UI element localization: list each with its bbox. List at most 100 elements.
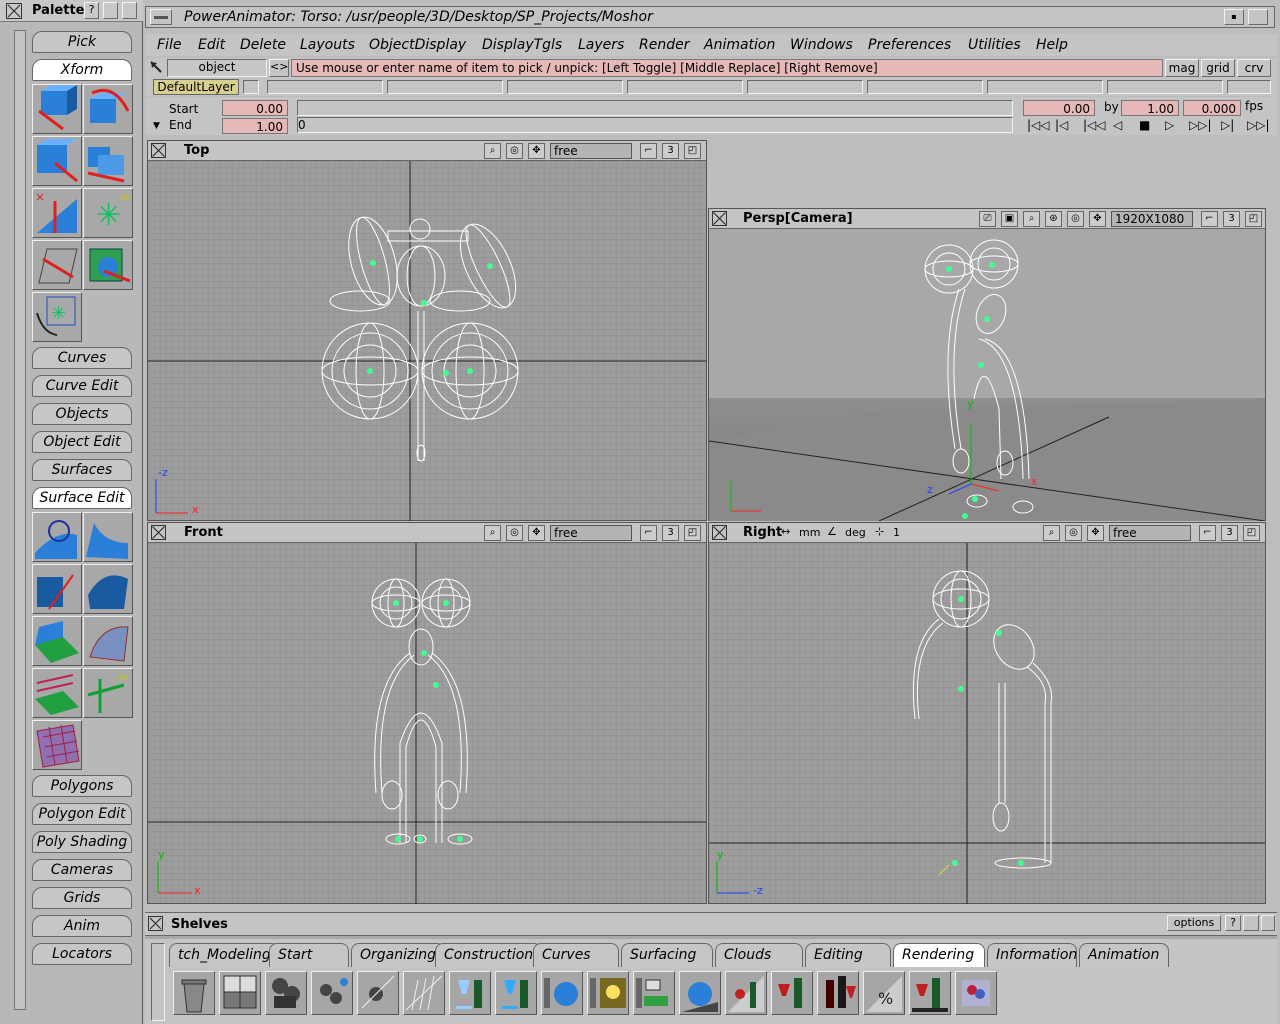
tumble-icon[interactable]: ⊛ (1045, 211, 1062, 227)
layer-slot[interactable] (1107, 80, 1223, 94)
go-start-button[interactable]: |◁◁ (1027, 118, 1050, 132)
palette-objects[interactable]: Objects (32, 403, 132, 425)
surface-warp-tool-icon[interactable] (83, 616, 133, 666)
zoom-icon[interactable]: ⌕ (484, 525, 501, 541)
mesh-tool-icon[interactable] (32, 668, 82, 718)
palette-grids[interactable]: Grids (32, 887, 132, 909)
trash-icon[interactable] (173, 971, 215, 1015)
menu-windows[interactable]: Windows (790, 37, 853, 53)
viewport-top-canvas[interactable]: -z x (148, 161, 706, 521)
render-sphere-icon[interactable] (679, 971, 721, 1015)
shelf-tab-surfacing[interactable]: Surfacing (621, 943, 713, 967)
zoom-icon[interactable]: ⌕ (1023, 211, 1040, 227)
camera-icon[interactable]: ⎚ (979, 211, 996, 227)
time-slider-track[interactable] (297, 100, 1013, 116)
maximize-view-icon[interactable]: ◰ (684, 143, 701, 159)
render-final-icon[interactable] (909, 971, 951, 1015)
trim-tool-icon[interactable] (83, 512, 133, 562)
frame-icon[interactable]: ⌐ (1201, 211, 1218, 227)
yellow-light-icon[interactable] (587, 971, 629, 1015)
window-menu-icon[interactable] (150, 9, 172, 25)
minimize-icon[interactable] (1243, 915, 1259, 931)
layer-slot[interactable] (867, 80, 983, 94)
camera-light-icon[interactable] (311, 971, 353, 1015)
shelves-scrollbar[interactable] (151, 943, 165, 1021)
intersect-tool-icon[interactable] (32, 564, 82, 614)
render-bottles-icon[interactable] (817, 971, 859, 1015)
shelf-tab-curves[interactable]: Curves (533, 943, 619, 967)
frame-icon[interactable]: ⌐ (640, 143, 657, 159)
stop-button[interactable]: ■ (1139, 118, 1150, 132)
shelf-tab-rendering[interactable]: Rendering (893, 943, 985, 967)
render-scene-icon[interactable] (725, 971, 767, 1015)
menu-render[interactable]: Render (639, 37, 689, 53)
go-end-button[interactable]: ▷▷| (1247, 118, 1270, 132)
mag-button[interactable]: mag (1165, 59, 1199, 77)
maximize-view-icon[interactable]: ◰ (1243, 525, 1260, 541)
snap-step-label[interactable]: 1 (893, 526, 900, 539)
shelf-tab-construction[interactable]: Construction (435, 943, 543, 967)
set-pivot-tool-icon[interactable]: × (32, 188, 82, 238)
play-back-button[interactable]: ◁ (1113, 118, 1122, 132)
frame-icon[interactable]: ⌐ (1199, 525, 1216, 541)
linear-units-label[interactable]: mm (799, 526, 820, 539)
close-icon[interactable] (148, 916, 163, 931)
wine-glass-icon[interactable] (449, 971, 491, 1015)
film-camera-icon[interactable] (265, 971, 307, 1015)
palette-anim[interactable]: Anim (32, 915, 132, 937)
track-icon[interactable]: ✥ (1087, 525, 1104, 541)
viewport-right[interactable]: Right ↔ mm ∠ deg ⊹ 1 ⌕ ◎ ✥ free ⌐ 3 ◰ y … (708, 522, 1266, 904)
angle-units-label[interactable]: deg (845, 526, 866, 539)
viewport-front-canvas[interactable]: y x (148, 543, 706, 904)
shelf-tab-patch-modeling[interactable]: tch_Modeling (169, 943, 280, 967)
shear-tool-icon[interactable] (32, 240, 82, 290)
current-time-field[interactable]: 0.00 (1023, 100, 1095, 116)
by-field[interactable]: 1.00 (1121, 100, 1179, 116)
minimize-icon[interactable]: ▪ (1224, 9, 1244, 25)
track-icon[interactable]: ✥ (528, 143, 545, 159)
layer-slot[interactable] (987, 80, 1103, 94)
step-forward-button[interactable]: ▷| (1221, 118, 1234, 132)
dolly-icon[interactable]: ◎ (506, 525, 523, 541)
shelf-tab-animation[interactable]: Animation (1079, 943, 1169, 967)
rotate-tool-icon[interactable] (83, 84, 133, 134)
palette-poly-shading[interactable]: Poly Shading (32, 831, 132, 853)
prompt-input[interactable]: Use mouse or enter name of item to pick … (291, 59, 1163, 77)
dolly-icon[interactable]: ◎ (1067, 211, 1084, 227)
layout-number-button[interactable]: 3 (1221, 525, 1238, 541)
layer-slot[interactable] (1227, 80, 1271, 94)
close-icon[interactable] (6, 3, 22, 19)
untrim-tool-icon[interactable] (83, 564, 133, 614)
close-icon[interactable] (151, 143, 166, 158)
zoom-icon[interactable]: ⌕ (1043, 525, 1060, 541)
menu-preferences[interactable]: Preferences (868, 37, 951, 53)
layer-slot[interactable] (627, 80, 743, 94)
crv-button[interactable]: crv (1237, 59, 1271, 77)
menu-utilities[interactable]: Utilities (968, 37, 1021, 53)
close-icon[interactable] (151, 525, 166, 540)
menu-layouts[interactable]: Layouts (300, 37, 355, 53)
render-blur-icon[interactable] (955, 971, 997, 1015)
menu-displaytgls[interactable]: DisplayTgls (482, 37, 562, 53)
palette-pick[interactable]: Pick (32, 31, 132, 53)
scale-tool-icon[interactable] (32, 136, 82, 186)
layout-number-button[interactable]: 3 (1223, 211, 1240, 227)
viewport-persp[interactable]: Persp[Camera] ⎚ ▣ ⌕ ⊛ ◎ ✥ 1920X1080 ⌐ 3 … (708, 208, 1266, 521)
time-slider[interactable]: 0 (297, 117, 1013, 133)
end-field[interactable]: 1.00 (222, 118, 288, 134)
menu-file[interactable]: File (157, 37, 181, 53)
shelf-tab-clouds[interactable]: Clouds (715, 943, 803, 967)
layer-slot[interactable] (243, 80, 259, 94)
wine-glass-blue-icon[interactable] (495, 971, 537, 1015)
video-icon[interactable]: ▣ (1001, 211, 1018, 227)
nonprop-scale-tool-icon[interactable] (83, 136, 133, 186)
fps-field[interactable]: 0.000 (1183, 100, 1241, 116)
resolution-field[interactable]: 1920X1080 (1111, 211, 1193, 227)
menu-delete[interactable]: Delete (240, 37, 286, 53)
menu-edit[interactable]: Edit (198, 37, 225, 53)
key-forward-button[interactable]: ▷▷| (1189, 118, 1212, 132)
shelf-tab-start[interactable]: Start (269, 943, 349, 967)
shelf-tab-organizing[interactable]: Organizing (351, 943, 446, 967)
surface-grid-tool-icon[interactable] (32, 720, 82, 770)
blue-sphere-light-icon[interactable] (541, 971, 583, 1015)
